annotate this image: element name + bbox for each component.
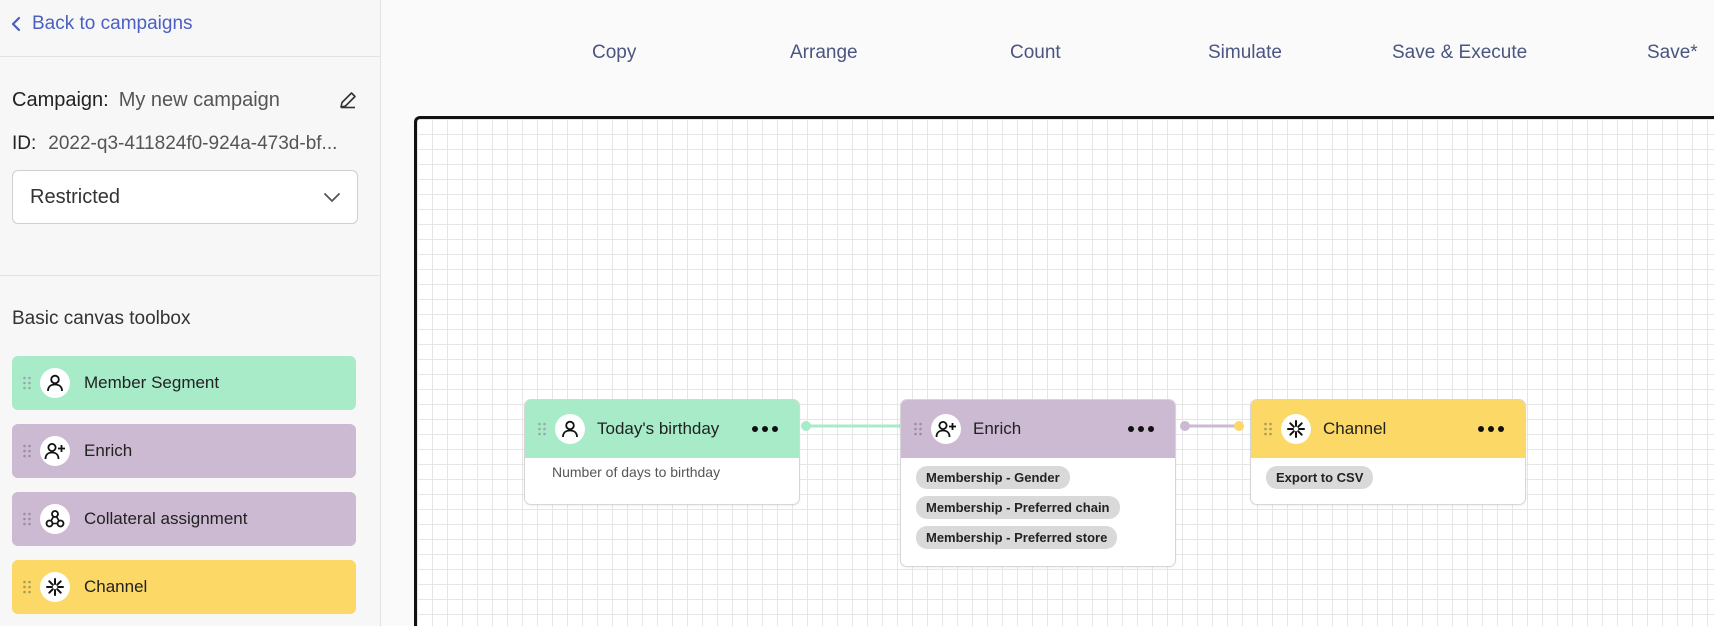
node-todays-birthday[interactable]: Today's birthday Number of days to birth… [524, 399, 800, 505]
more-options-icon[interactable] [745, 417, 785, 441]
toolbox-item-enrich[interactable]: Enrich [12, 424, 356, 478]
drag-handle-icon[interactable] [22, 511, 32, 527]
more-options-icon[interactable] [1471, 417, 1511, 441]
person-icon [40, 368, 70, 398]
channel-burst-icon [40, 572, 70, 602]
share-nodes-icon [40, 504, 70, 534]
drag-handle-icon[interactable] [1263, 421, 1273, 437]
divider [0, 275, 380, 276]
campaign-label: Campaign: [12, 88, 109, 111]
id-label: ID: [12, 133, 37, 154]
campaign-name-row: Campaign: My new campaign [12, 86, 360, 114]
campaign-id: 2022-q3-411824f0-924a-473d-bf... [48, 133, 338, 154]
divider [0, 56, 380, 57]
node-title: Channel [1323, 419, 1387, 438]
tool-label: Member Segment [84, 373, 220, 392]
node-title: Today's birthday [597, 419, 720, 438]
sidebar: Back to campaigns Campaign: My new campa… [0, 0, 381, 626]
node-channel[interactable]: Channel Export to CSV [1250, 399, 1526, 505]
access-level-select[interactable]: Restricted [12, 170, 358, 224]
campaign-id-row: ID: 2022-q3-411824f0-924a-473d-bf... [12, 130, 362, 158]
toolbox-item-member-segment[interactable]: Member Segment [12, 356, 356, 410]
arrange-button[interactable]: Arrange [790, 42, 858, 64]
node-enrich[interactable]: Enrich Membership - Gender Membership - … [900, 399, 1176, 567]
drag-handle-icon[interactable] [22, 443, 32, 459]
save-execute-button[interactable]: Save & Execute [1392, 42, 1527, 64]
copy-button[interactable]: Copy [592, 42, 636, 64]
campaign-name: My new campaign [118, 88, 280, 111]
channel-burst-icon [1281, 414, 1311, 444]
drag-handle-icon[interactable] [913, 421, 923, 437]
drag-handle-icon[interactable] [22, 579, 32, 595]
more-options-icon[interactable] [1121, 417, 1161, 441]
drag-handle-icon[interactable] [537, 421, 547, 437]
attribute-chip[interactable]: Membership - Preferred chain [916, 496, 1120, 519]
chevron-down-icon [324, 193, 340, 202]
workflow-canvas[interactable]: Today's birthday Number of days to birth… [414, 116, 1714, 626]
connector-line [1180, 421, 1244, 431]
node-chips: Membership - Gender Membership - Preferr… [901, 458, 1175, 564]
node-chips: Export to CSV [1251, 458, 1525, 504]
node-header[interactable]: Today's birthday [525, 400, 799, 458]
drag-handle-icon[interactable] [22, 375, 32, 391]
tool-label: Enrich [84, 441, 133, 460]
node-header[interactable]: Channel [1251, 400, 1525, 458]
save-button[interactable]: Save* [1647, 42, 1698, 64]
count-button[interactable]: Count [1010, 42, 1061, 64]
channel-chip[interactable]: Export to CSV [1266, 466, 1374, 489]
back-link-label: Back to campaigns [32, 13, 193, 34]
person-add-icon [40, 436, 70, 466]
back-to-campaigns-link[interactable]: Back to campaigns [10, 10, 193, 38]
toolbox-item-channel[interactable]: Channel [12, 560, 356, 614]
attribute-chip[interactable]: Membership - Gender [916, 466, 1070, 489]
access-level-value: Restricted [30, 185, 121, 208]
chevron-left-icon [11, 16, 21, 32]
person-add-icon [931, 414, 961, 444]
tool-label: Channel [84, 577, 148, 596]
node-description: Number of days to birthday [552, 464, 721, 480]
person-icon [555, 414, 585, 444]
toolbox-item-collateral-assignment[interactable]: Collateral assignment [12, 492, 356, 546]
tool-label: Collateral assignment [84, 509, 248, 528]
connector-line [801, 421, 909, 431]
toolbox-title: Basic canvas toolbox [12, 308, 191, 329]
node-title: Enrich [973, 419, 1022, 438]
node-header[interactable]: Enrich [901, 400, 1175, 458]
attribute-chip[interactable]: Membership - Preferred store [916, 526, 1118, 549]
pencil-edit-icon[interactable] [336, 88, 360, 112]
simulate-button[interactable]: Simulate [1208, 42, 1282, 64]
